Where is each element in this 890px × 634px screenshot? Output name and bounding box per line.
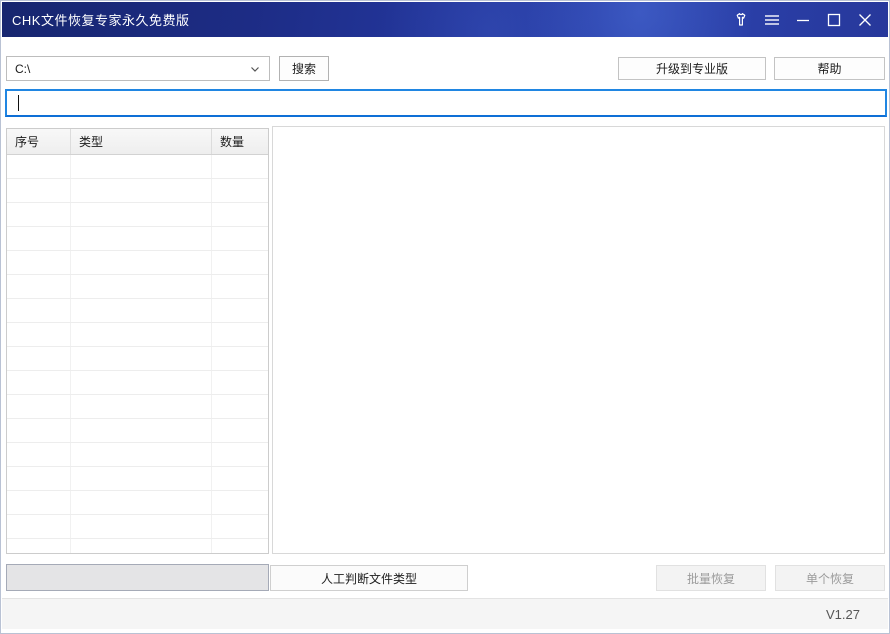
table-cell [71,467,212,490]
titlebar: CHK文件恢复专家永久免费版 [2,2,888,37]
drive-combobox-value: C:\ [15,62,30,76]
table-row[interactable] [7,203,268,227]
table-cell [212,371,268,394]
table-body[interactable] [7,155,268,554]
titlebar-controls [730,2,876,37]
table-cell [71,203,212,226]
table-row[interactable] [7,395,268,419]
menu-icon[interactable] [761,8,783,32]
table-row[interactable] [7,419,268,443]
maximize-icon[interactable] [823,8,845,32]
manual-judge-button[interactable]: 人工判断文件类型 [270,565,468,591]
help-button[interactable]: 帮助 [774,57,885,80]
table-cell [71,179,212,202]
table-cell [212,227,268,250]
table-row[interactable] [7,515,268,539]
minimize-icon[interactable] [792,8,814,32]
table-row[interactable] [7,443,268,467]
table-cell [212,515,268,538]
table-cell [212,179,268,202]
single-recover-button[interactable]: 单个恢复 [775,565,885,591]
close-icon[interactable] [854,8,876,32]
table-cell [212,323,268,346]
statusbar: V1.27 [2,598,888,629]
table-row[interactable] [7,539,268,554]
table-cell [71,515,212,538]
table-row[interactable] [7,155,268,179]
table-cell [212,395,268,418]
batch-recover-button[interactable]: 批量恢复 [656,565,766,591]
table-cell [7,251,71,274]
upgrade-pro-button[interactable]: 升级到专业版 [618,57,766,80]
table-cell [71,539,212,554]
table-cell [71,299,212,322]
table-cell [212,539,268,554]
table-row[interactable] [7,179,268,203]
table-cell [7,539,71,554]
table-cell [7,443,71,466]
table-cell [7,299,71,322]
table-cell [212,467,268,490]
table-cell [212,419,268,442]
column-header-index[interactable]: 序号 [7,129,71,154]
table-cell [7,347,71,370]
version-label: V1.27 [826,607,860,622]
table-cell [7,515,71,538]
table-cell [71,347,212,370]
table-row[interactable] [7,491,268,515]
column-header-count[interactable]: 数量 [212,129,268,154]
chk-type-table: 序号 类型 数量 [6,128,269,554]
table-cell [212,251,268,274]
column-header-type[interactable]: 类型 [71,129,212,154]
table-cell [212,443,268,466]
preview-panel[interactable] [272,126,885,554]
table-cell [71,323,212,346]
table-row[interactable] [7,275,268,299]
table-cell [7,491,71,514]
table-cell [71,443,212,466]
app-window: CHK文件恢复专家永久免费版 [0,0,890,634]
text-caret [18,95,19,111]
table-cell [212,275,268,298]
table-cell [212,155,268,178]
table-cell [71,251,212,274]
chevron-down-icon [249,63,261,78]
table-cell [212,347,268,370]
table-row[interactable] [7,251,268,275]
window-title: CHK文件恢复专家永久免费版 [12,10,189,29]
table-cell [71,491,212,514]
table-cell [7,467,71,490]
table-cell [212,203,268,226]
table-row[interactable] [7,299,268,323]
filename-input[interactable] [5,89,887,117]
table-cell [212,299,268,322]
table-cell [7,227,71,250]
table-cell [7,179,71,202]
table-cell [212,491,268,514]
table-row[interactable] [7,371,268,395]
table-row[interactable] [7,323,268,347]
table-cell [71,275,212,298]
table-cell [71,227,212,250]
table-cell [71,155,212,178]
table-cell [7,323,71,346]
table-header: 序号 类型 数量 [7,129,268,155]
table-cell [71,371,212,394]
drive-combobox[interactable]: C:\ [6,56,270,81]
table-cell [7,371,71,394]
table-row[interactable] [7,227,268,251]
progress-bar [6,564,269,591]
table-row[interactable] [7,467,268,491]
table-cell [7,203,71,226]
table-cell [71,419,212,442]
table-cell [7,395,71,418]
skin-icon[interactable] [730,8,752,32]
table-cell [71,395,212,418]
table-row[interactable] [7,347,268,371]
table-cell [7,155,71,178]
search-button[interactable]: 搜索 [279,56,329,81]
table-cell [7,275,71,298]
table-cell [7,419,71,442]
